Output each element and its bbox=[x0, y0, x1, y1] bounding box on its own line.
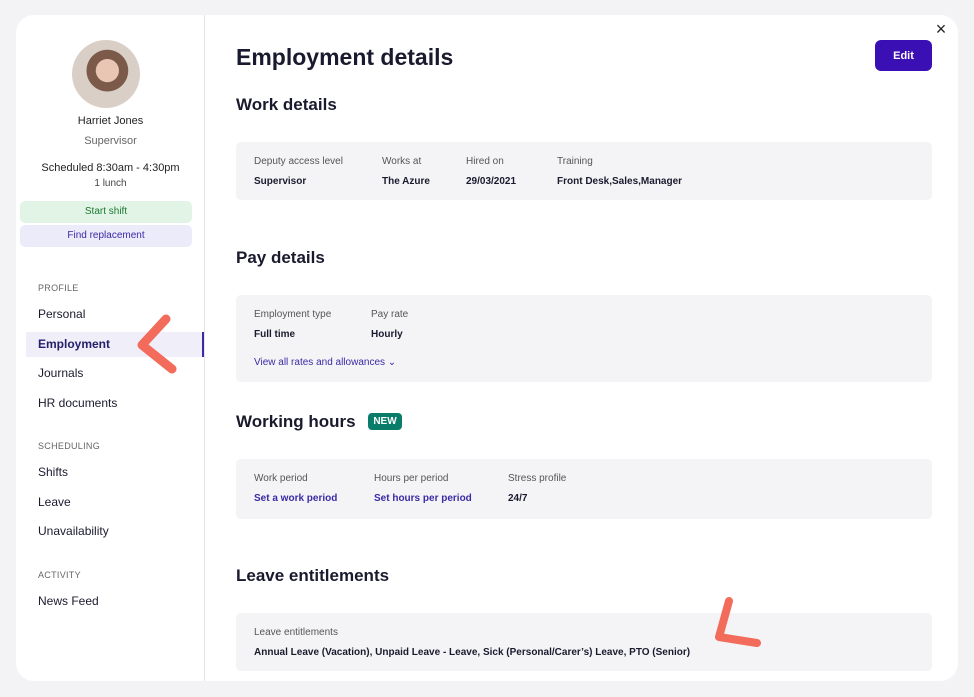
field-value: 29/03/2021 bbox=[466, 176, 517, 187]
hired-on-field: Hired on 29/03/2021 bbox=[466, 156, 516, 187]
edit-button[interactable]: Edit bbox=[875, 40, 932, 71]
avatar bbox=[72, 40, 140, 108]
field-label: Training bbox=[557, 156, 593, 167]
hours-per-period-field: Hours per period Set hours per period bbox=[374, 473, 472, 504]
scheduling-section-heading: SCHEDULING bbox=[38, 441, 101, 451]
field-label: Stress profile bbox=[508, 473, 567, 484]
field-label: Hours per period bbox=[374, 473, 449, 484]
leave-entitlements-field: Leave entitlements Annual Leave (Vacatio… bbox=[254, 627, 690, 658]
training-field: Training Front Desk,Sales,Manager bbox=[557, 156, 682, 187]
field-value: Hourly bbox=[371, 329, 403, 340]
access-level-field: Deputy access level Supervisor bbox=[254, 156, 343, 187]
employment-type-field: Employment type Full time bbox=[254, 309, 331, 340]
sidebar-item-leave[interactable]: Leave bbox=[26, 490, 204, 515]
close-icon[interactable]: × bbox=[930, 18, 952, 40]
new-badge: NEW bbox=[368, 413, 402, 430]
view-rates-link[interactable]: View all rates and allowances ⌄ bbox=[254, 357, 396, 368]
sidebar-item-unavailability[interactable]: Unavailability bbox=[26, 519, 204, 544]
working-hours-heading: Working hours bbox=[236, 412, 356, 431]
annotation-arrow-icon bbox=[715, 597, 761, 647]
field-label: Employment type bbox=[254, 309, 332, 320]
field-label: Leave entitlements bbox=[254, 627, 338, 638]
schedule-text: Scheduled 8:30am - 4:30pm bbox=[41, 162, 180, 174]
page-title: Employment details bbox=[236, 44, 454, 70]
find-replacement-button[interactable]: Find replacement bbox=[20, 225, 192, 247]
profile-section-heading: PROFILE bbox=[38, 283, 79, 293]
stress-profile-field: Stress profile 24/7 bbox=[508, 473, 566, 504]
field-label: Deputy access level bbox=[254, 156, 343, 167]
field-value: Annual Leave (Vacation), Unpaid Leave - … bbox=[254, 647, 691, 658]
start-shift-button[interactable]: Start shift bbox=[20, 201, 192, 223]
work-details-panel: Deputy access level Supervisor Works at … bbox=[236, 142, 932, 200]
sidebar-item-hr-documents[interactable]: HR documents bbox=[26, 391, 204, 416]
set-work-period-link[interactable]: Set a work period bbox=[254, 493, 337, 504]
sidebar-item-news-feed[interactable]: News Feed bbox=[26, 589, 204, 614]
employee-name: Harriet Jones bbox=[77, 115, 144, 127]
lunch-text: 1 lunch bbox=[94, 178, 127, 189]
profile-sidebar: Harriet Jones Supervisor Scheduled 8:30a… bbox=[16, 15, 205, 681]
pay-rate-field: Pay rate Hourly bbox=[371, 309, 408, 340]
field-label: Works at bbox=[382, 156, 422, 167]
pay-details-panel: Employment type Full time Pay rate Hourl… bbox=[236, 295, 932, 382]
pay-details-heading: Pay details bbox=[236, 248, 325, 267]
field-value: The Azure bbox=[382, 176, 430, 187]
field-value: Front Desk,Sales,Manager bbox=[557, 176, 683, 187]
field-label: Work period bbox=[254, 473, 308, 484]
employee-role: Supervisor bbox=[84, 135, 137, 147]
field-value: Full time bbox=[254, 329, 296, 340]
work-period-field: Work period Set a work period bbox=[254, 473, 337, 504]
field-label: Hired on bbox=[466, 156, 504, 167]
employment-details-panel: Employment details Edit × Work details D… bbox=[205, 15, 958, 681]
field-label: Pay rate bbox=[371, 309, 409, 320]
leave-entitlements-panel: Leave entitlements Annual Leave (Vacatio… bbox=[236, 613, 932, 671]
annotation-arrow-icon bbox=[137, 314, 177, 374]
working-hours-panel: Work period Set a work period Hours per … bbox=[236, 459, 932, 519]
sidebar-item-shifts[interactable]: Shifts bbox=[26, 460, 204, 485]
set-hours-link[interactable]: Set hours per period bbox=[374, 493, 472, 504]
employee-profile-card: Harriet Jones Supervisor Scheduled 8:30a… bbox=[16, 15, 958, 681]
activity-section-heading: ACTIVITY bbox=[38, 570, 81, 580]
field-value: 24/7 bbox=[508, 493, 528, 504]
work-details-heading: Work details bbox=[236, 95, 337, 114]
leave-entitlements-heading: Leave entitlements bbox=[236, 566, 390, 585]
works-at-field: Works at The Azure bbox=[382, 156, 430, 187]
field-value: Supervisor bbox=[254, 176, 307, 187]
